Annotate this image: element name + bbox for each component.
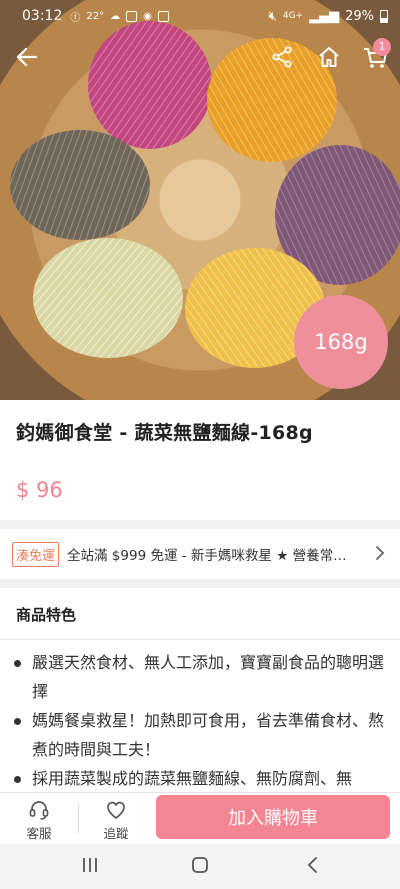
customer-service-button[interactable]: 客服: [4, 795, 74, 843]
cloud-icon: ☁: [110, 10, 121, 22]
status-bar: 03:12 ⓕ 22° ☁ ◉ 🔇︎ 4G+ ▂▄▆ 29%: [0, 0, 400, 32]
bottom-action-bar: 客服 追蹤 加入購物車: [0, 792, 400, 844]
add-to-cart-button[interactable]: 加入購物車: [156, 795, 390, 839]
feature-item: 媽媽餐桌救星！加熱即可食用，省去準備食材、熬煮的時間與工夫！: [14, 706, 394, 764]
status-battery-text: 29%: [345, 8, 374, 24]
facebook-icon: ⓕ: [70, 12, 81, 24]
status-temperature: 22°: [86, 10, 105, 22]
feature-item: 採用蔬菜製成的蔬菜無鹽麵線、無防腐劑、無: [14, 764, 394, 793]
home-button-icon[interactable]: [190, 856, 210, 874]
features-heading: 商品特色: [16, 606, 77, 624]
battery-icon: [380, 9, 388, 23]
home-icon[interactable]: [317, 45, 341, 69]
signal-icon: ▂▄▆: [309, 8, 340, 24]
customer-service-label: 客服: [26, 826, 52, 841]
cart-count-badge: 1: [373, 38, 391, 56]
free-shipping-promo[interactable]: 湊免運 全站滿 $999 免運 - 新手媽咪救星 ★ 營養常溫...: [0, 532, 400, 576]
gallery-icon: [157, 10, 169, 22]
system-navigation-bar: [0, 844, 400, 889]
recent-apps-icon[interactable]: [80, 856, 100, 874]
follow-button[interactable]: 追蹤: [81, 795, 151, 843]
back-arrow-icon[interactable]: [16, 46, 38, 68]
system-back-icon[interactable]: [305, 856, 321, 874]
share-icon[interactable]: [271, 46, 293, 68]
follow-label: 追蹤: [103, 826, 129, 841]
features-divider: [0, 639, 400, 640]
promo-tag: 湊免運: [12, 541, 60, 567]
product-price: $ 96: [16, 478, 63, 502]
status-network: 4G+: [282, 11, 304, 21]
heart-icon: [107, 801, 125, 819]
status-time: 03:12: [22, 8, 63, 24]
line-chat-icon: ◉: [143, 10, 152, 22]
section-divider: [0, 579, 400, 588]
weight-badge: 168g: [294, 295, 388, 389]
section-divider: [0, 520, 400, 529]
feature-item: 嚴選天然食材、無人工添加，寶寶副食品的聰明選擇: [14, 648, 394, 706]
promo-text: 全站滿 $999 免運 - 新手媽咪救星 ★ 營養常溫...: [67, 548, 358, 564]
chevron-right-icon: [376, 546, 385, 560]
features-list: 嚴選天然食材、無人工添加，寶寶副食品的聰明選擇 媽媽餐桌救星！加熱即可食用，省去…: [14, 648, 394, 793]
product-title: 鈞媽御食堂 - 蔬菜無鹽麵線-168g: [16, 422, 313, 444]
action-separator: [78, 803, 79, 833]
mute-icon: 🔇︎: [268, 8, 277, 24]
headset-icon: [29, 801, 49, 820]
app-notification-icon: [126, 10, 138, 22]
